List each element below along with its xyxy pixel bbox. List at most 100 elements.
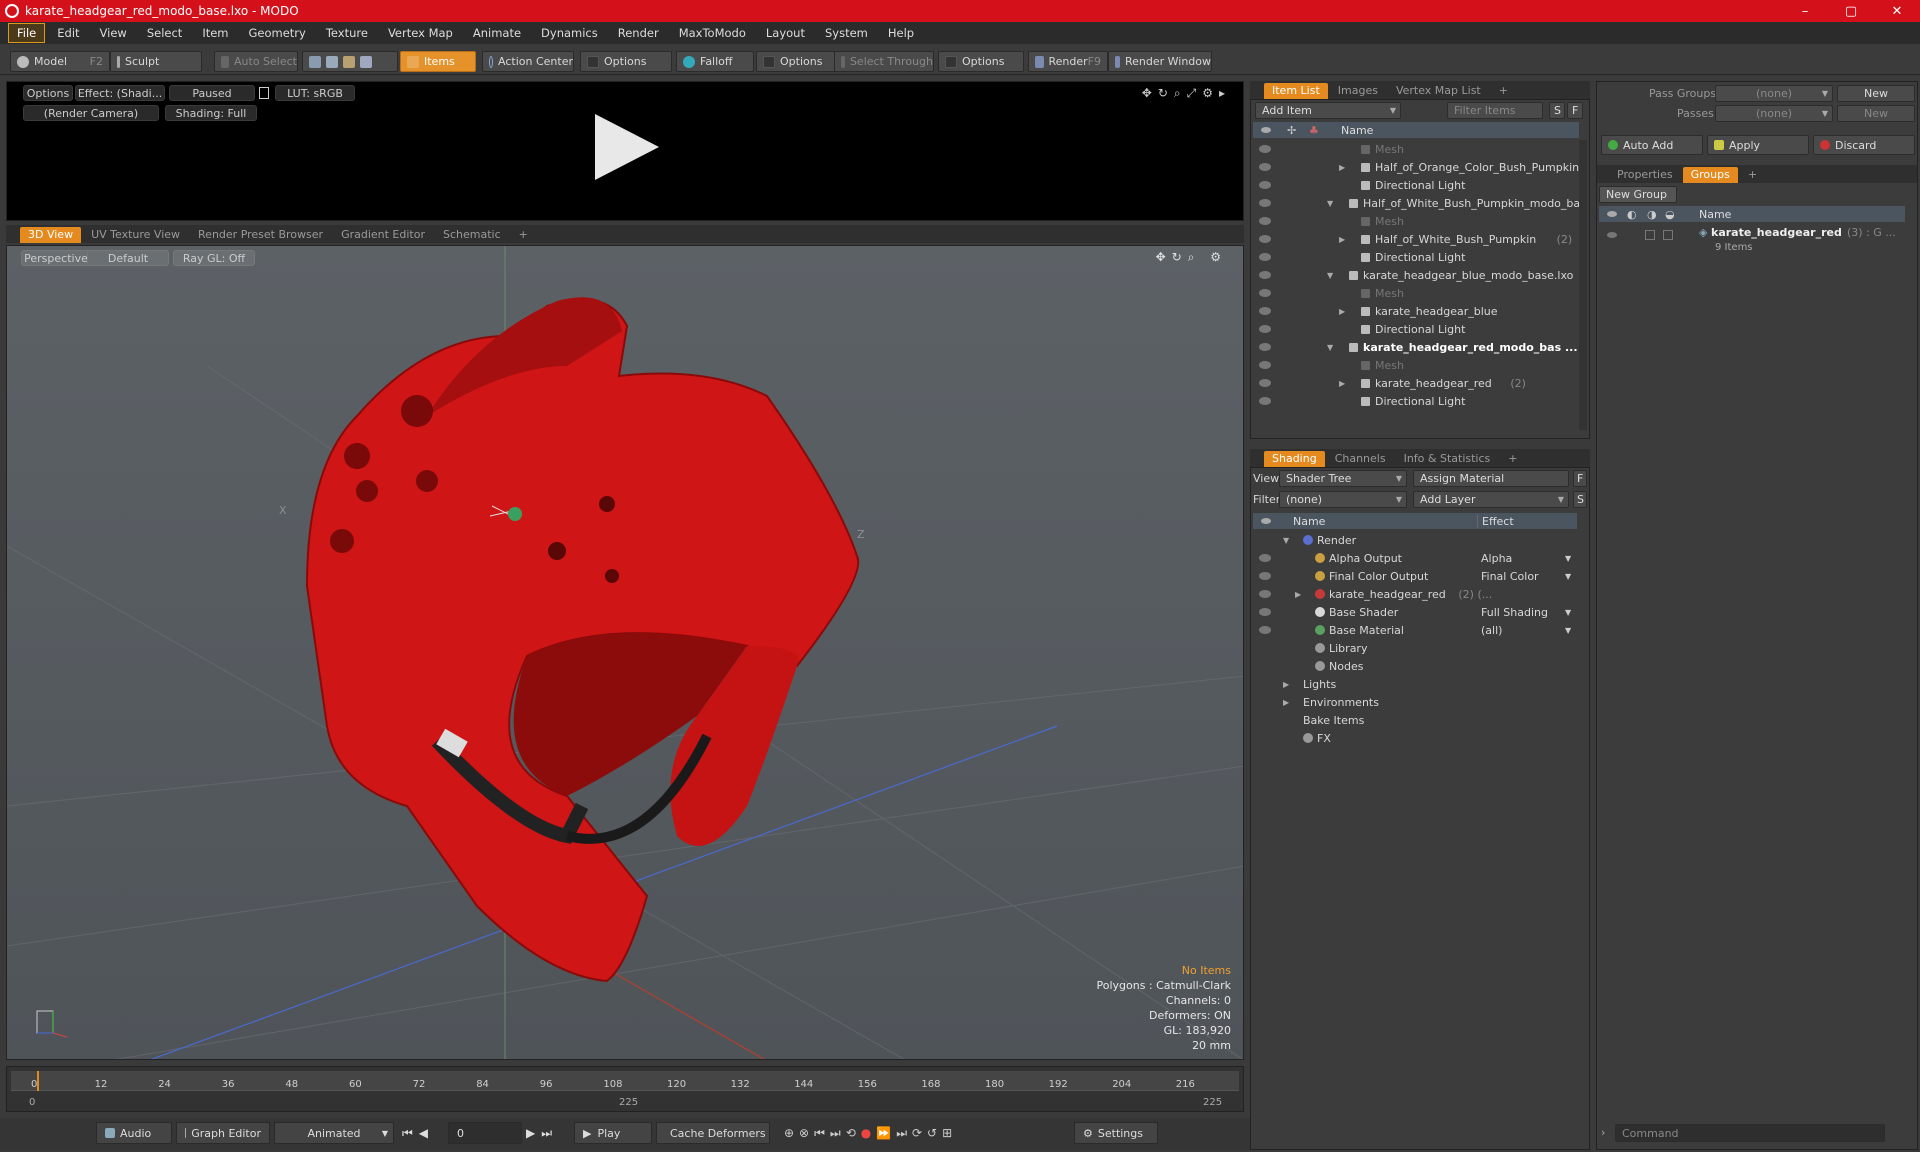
expand-arrow-icon[interactable]: ▼ [1327, 199, 1333, 208]
tab-render-preset-browser[interactable]: Render Preset Browser [190, 227, 331, 243]
tab-properties[interactable]: Properties [1609, 167, 1681, 183]
visibility-eye-icon[interactable] [1259, 397, 1271, 405]
add-tab-button[interactable]: + [1740, 167, 1765, 183]
visibility-eye-icon[interactable] [1259, 253, 1271, 261]
add-tab-button[interactable]: + [511, 227, 536, 243]
step-forward-buttons[interactable]: ▶⏭ [526, 1126, 558, 1141]
visibility-eye-icon[interactable] [1259, 325, 1271, 333]
menu-system[interactable]: System [817, 24, 876, 42]
shader-row[interactable]: FX [1253, 729, 1577, 747]
viewport-nav-icons[interactable]: ✥↻⌕ ⚙ [1156, 250, 1227, 265]
add-tab-button[interactable]: + [1491, 83, 1516, 99]
play-button[interactable]: ▶ Play [574, 1122, 652, 1144]
cache-deformers-button[interactable]: Cache Deformers [656, 1122, 770, 1144]
itemlist-row[interactable]: Directional Light [1253, 176, 1579, 194]
shader-row[interactable]: Base Shader Full Shading ▼ [1253, 603, 1577, 621]
pass-groups-dropdown[interactable]: (none) ▼ [1715, 85, 1833, 102]
sculpt-button[interactable]: Sculpt [110, 51, 202, 72]
expand-arrow-icon[interactable]: ▶ [1283, 698, 1289, 707]
tab-vertex-map-list[interactable]: Vertex Map List [1388, 83, 1489, 99]
filter-dropdown[interactable]: (none) ▼ [1279, 491, 1407, 508]
visibility-eye-icon[interactable] [1259, 145, 1271, 153]
shader-row[interactable]: Nodes [1253, 657, 1577, 675]
lock-icon[interactable] [259, 87, 269, 99]
expand-arrow-icon[interactable]: ▶ [1339, 235, 1345, 244]
render-window-button[interactable]: Render Window [1108, 51, 1212, 72]
raygl-dropdown[interactable]: Ray GL: Off [173, 250, 255, 266]
menu-edit[interactable]: Edit [49, 24, 87, 42]
shader-effect-dropdown[interactable]: Full Shading [1481, 606, 1577, 619]
menu-vertex-map[interactable]: Vertex Map [380, 24, 461, 42]
itemlist-row[interactable]: ▼ Half_of_White_Bush_Pumpkin_modo_ba... [1253, 194, 1579, 212]
close-button[interactable]: ✕ [1874, 0, 1920, 22]
menu-select[interactable]: Select [139, 24, 190, 42]
tab-shading[interactable]: Shading [1264, 451, 1325, 467]
tab-schematic[interactable]: Schematic [435, 227, 509, 243]
settings-button[interactable]: ⚙ Settings [1074, 1122, 1158, 1144]
itemlist-row[interactable]: ▶ karate_headgear_red (2) [1253, 374, 1579, 392]
key-tool-icons[interactable]: ⊕⊗⏮⏭⟲●⏩⏭⟳↺⊞ [784, 1126, 957, 1141]
visibility-eye-icon[interactable] [1259, 379, 1271, 387]
menu-texture[interactable]: Texture [318, 24, 376, 42]
visibility-eye-icon[interactable] [1259, 217, 1271, 225]
add-item-dropdown[interactable]: Add Item ▼ [1255, 102, 1401, 119]
timeline[interactable]: 0 12 24 36 48 60 72 84 96 108 120 132 144 156 168 180 19… [6, 1066, 1244, 1112]
auto-add-button[interactable]: Auto Add [1601, 135, 1703, 155]
shader-row[interactable]: ▶ Lights [1253, 675, 1577, 693]
perspective-dropdown[interactable]: Perspective [21, 250, 91, 266]
shader-row[interactable]: Library [1253, 639, 1577, 657]
itemlist-row[interactable]: ▼ karate_headgear_blue_modo_base.lxo [1253, 266, 1579, 284]
3d-viewport[interactable]: X Z Perspective Default Ray GL: Off ✥↻⌕ … [6, 245, 1244, 1060]
headgear-model[interactable] [305, 297, 860, 983]
tab-channels[interactable]: Channels [1327, 451, 1394, 467]
shading-dropdown[interactable]: Shading: Full [165, 105, 257, 121]
expand-arrow-icon[interactable]: ▶ [1339, 379, 1345, 388]
s-button[interactable]: S [1549, 102, 1565, 119]
menu-render[interactable]: Render [610, 24, 667, 42]
itemlist-row[interactable]: ▼ karate_headgear_red_modo_bas ... [1253, 338, 1579, 356]
apply-button[interactable]: Apply [1707, 135, 1809, 155]
select-through-button[interactable]: Select Through [834, 51, 934, 72]
tab-groups[interactable]: Groups [1682, 167, 1738, 183]
expand-arrow-icon[interactable]: ▶ [1339, 307, 1345, 316]
minimize-button[interactable]: – [1782, 0, 1828, 22]
material-mode-icon[interactable] [360, 55, 372, 68]
itemlist-row[interactable]: Mesh [1253, 356, 1579, 374]
preview-options-button[interactable]: Options [23, 85, 73, 101]
assign-material-button[interactable]: Assign Material [1413, 470, 1569, 487]
default-dropdown[interactable]: Default [87, 250, 169, 266]
shader-row[interactable]: Alpha Output Alpha ▼ [1253, 549, 1577, 567]
action-center-options-button[interactable]: Options [580, 51, 672, 72]
itemlist-row[interactable]: Directional Light [1253, 248, 1579, 266]
effect-dropdown[interactable]: Effect: (Shadi... [75, 85, 165, 101]
view-dropdown[interactable]: Shader Tree ▼ [1279, 470, 1407, 487]
expand-arrow-icon[interactable]: ▶ [1283, 680, 1289, 689]
graph-editor-button[interactable]: Graph Editor [176, 1122, 270, 1144]
tab-item-list[interactable]: Item List [1264, 83, 1328, 99]
vertex-mode-icon[interactable] [309, 55, 321, 68]
play-render-icon[interactable] [595, 114, 659, 180]
audio-button[interactable]: Audio [96, 1122, 172, 1144]
tab-gradient-editor[interactable]: Gradient Editor [333, 227, 433, 243]
visibility-eye-icon[interactable] [1259, 572, 1271, 580]
menu-geometry[interactable]: Geometry [241, 24, 314, 42]
expand-arrow-icon[interactable]: ▶ [1295, 590, 1301, 599]
visibility-eye-icon[interactable] [1259, 163, 1271, 171]
menu-layout[interactable]: Layout [758, 24, 813, 42]
select-checkbox[interactable] [1663, 230, 1673, 240]
f-button[interactable]: F [1567, 102, 1583, 119]
visibility-eye-icon[interactable] [1259, 554, 1271, 562]
expand-arrow-icon[interactable]: ▼ [1327, 343, 1333, 352]
visibility-eye-icon[interactable] [1259, 608, 1271, 616]
add-layer-dropdown[interactable]: Add Layer ▼ [1413, 491, 1569, 508]
group-row[interactable]: ◈ karate_headgear_red (3) : G ... 9 Item… [1599, 224, 1905, 260]
visibility-eye-icon[interactable] [1259, 590, 1271, 598]
items-button[interactable]: Items [400, 51, 476, 72]
menu-maxtomodo[interactable]: MaxToModo [671, 24, 754, 42]
edge-mode-icon[interactable] [326, 55, 338, 68]
shader-row[interactable]: Base Material (all) ▼ [1253, 621, 1577, 639]
tab-uv-texture-view[interactable]: UV Texture View [83, 227, 188, 243]
paused-button[interactable]: Paused [169, 85, 255, 101]
model-button[interactable]: Model F2 [10, 51, 110, 72]
shader-row[interactable]: ▶ karate_headgear_red (2) (... [1253, 585, 1577, 603]
